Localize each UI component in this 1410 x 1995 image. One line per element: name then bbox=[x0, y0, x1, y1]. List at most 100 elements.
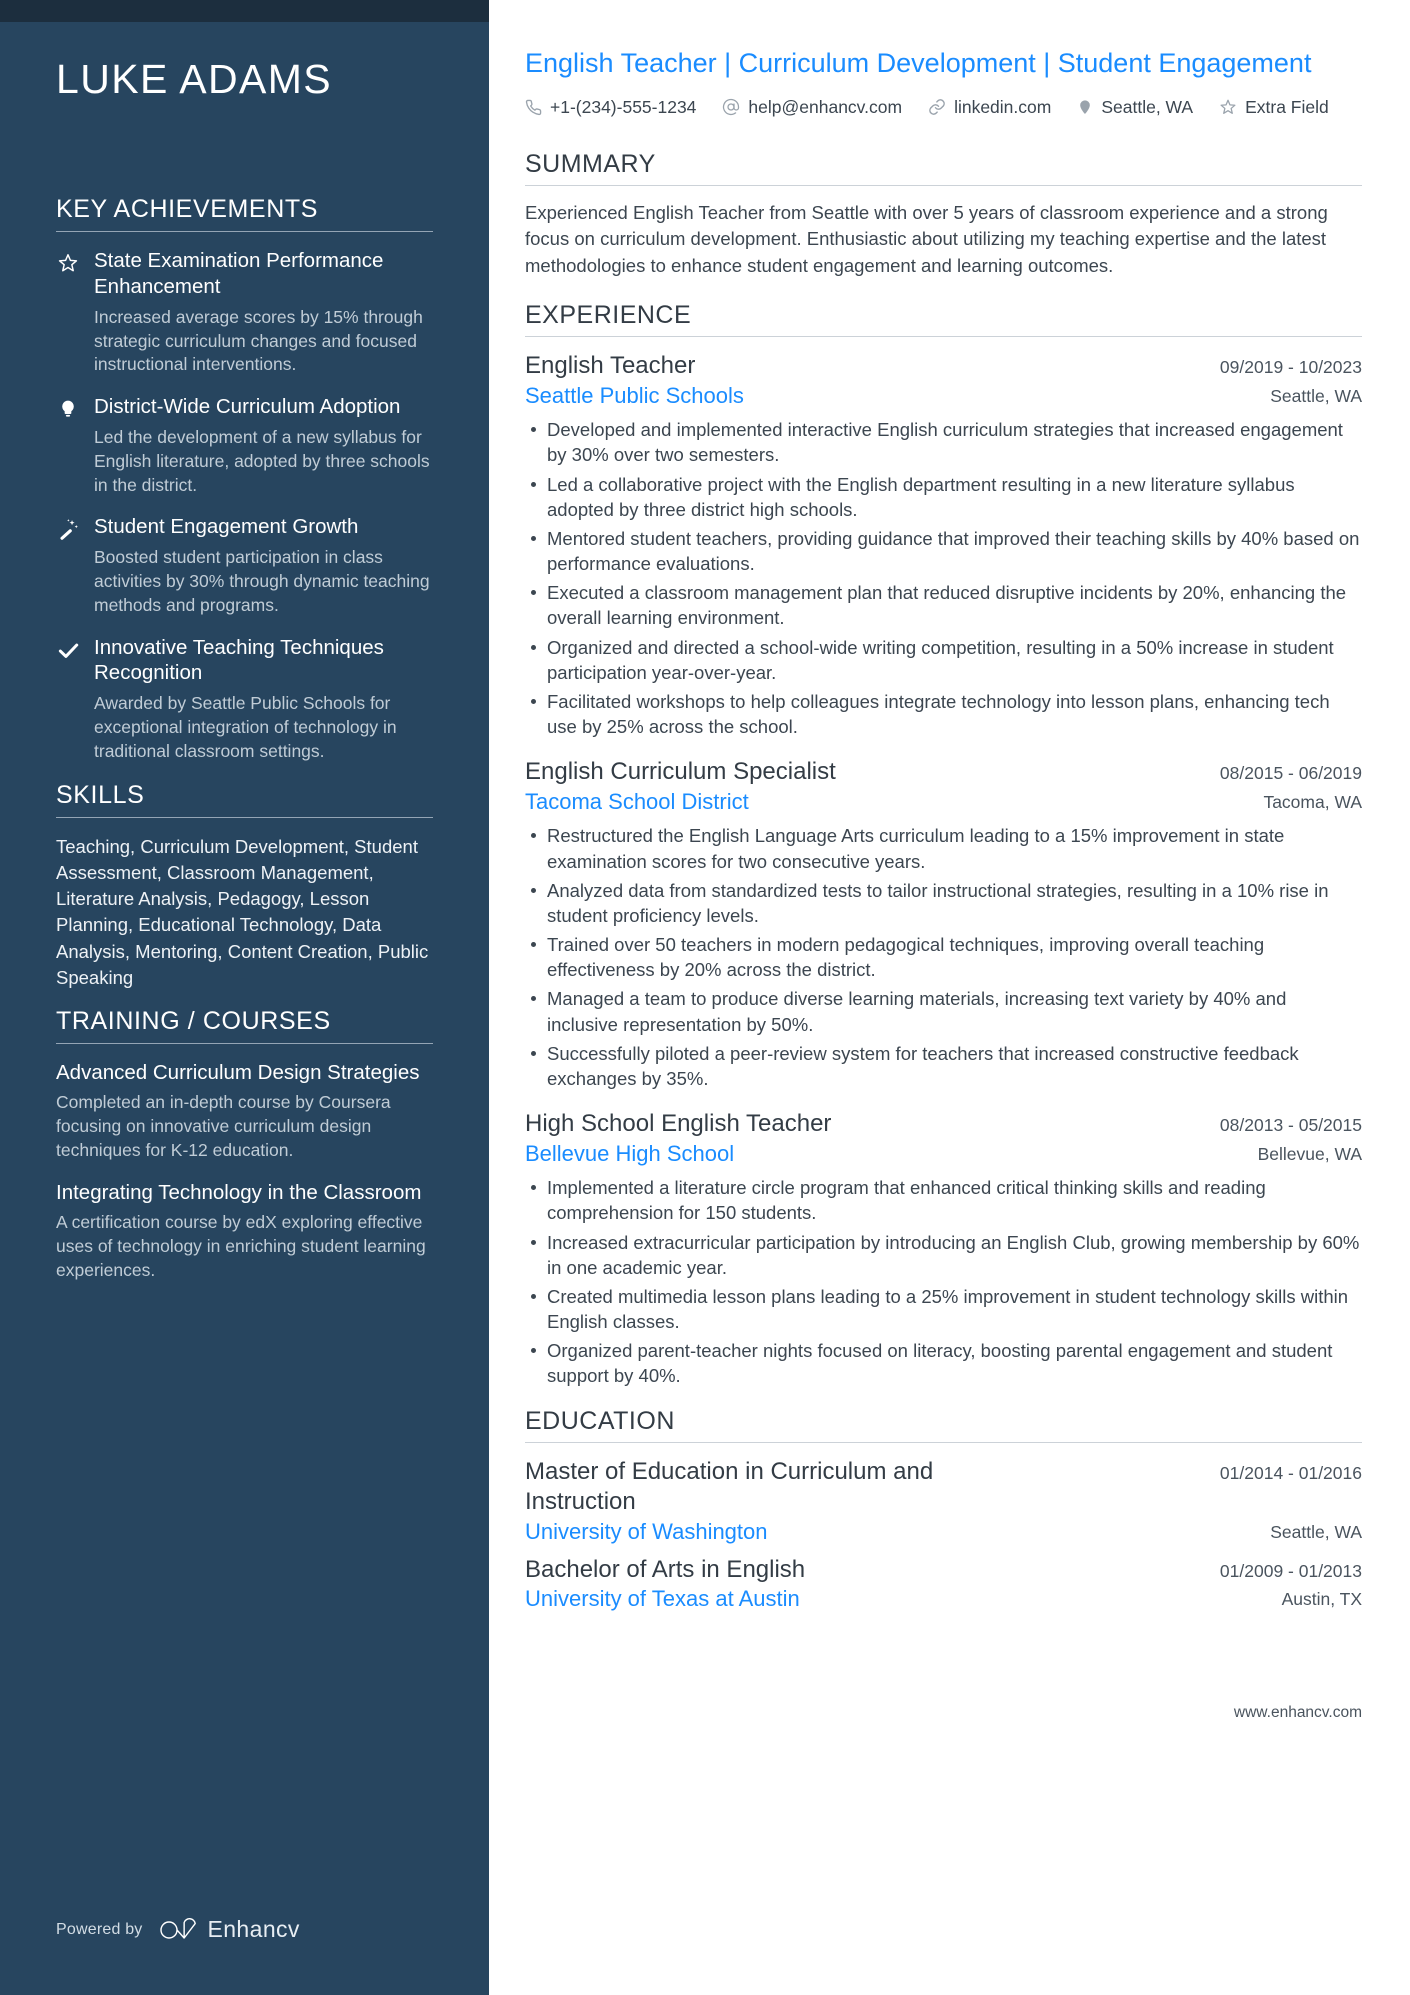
education-date: 01/2009 - 01/2013 bbox=[1219, 1560, 1362, 1581]
sidebar: LUKE ADAMS KEY ACHIEVEMENTS State Examin… bbox=[0, 0, 489, 1995]
job-title: High School English Teacher bbox=[525, 1110, 832, 1138]
summary-text: Experienced English Teacher from Seattle… bbox=[525, 202, 1328, 276]
star-icon bbox=[56, 248, 80, 377]
job-bullet: Managed a team to produce diverse learni… bbox=[525, 986, 1362, 1036]
name-block: LUKE ADAMS bbox=[56, 0, 433, 195]
job-company[interactable]: Bellevue High School bbox=[525, 1140, 734, 1169]
map-pin-icon bbox=[1077, 98, 1093, 116]
course-description: A certification course by edX exploring … bbox=[56, 1212, 426, 1280]
achievement-title: Student Engagement Growth bbox=[94, 515, 359, 539]
course-title: Advanced Curriculum Design Strategies bbox=[56, 1061, 420, 1085]
achievement-title: Innovative Teaching Techniques Recogniti… bbox=[94, 635, 384, 685]
divider bbox=[525, 1441, 1362, 1443]
contact-location-text: Seattle, WA bbox=[1101, 96, 1194, 117]
job-bullets: Developed and implemented interactive En… bbox=[525, 417, 1362, 739]
course-item: Integrating Technology in the Classroom … bbox=[56, 1180, 433, 1282]
achievement-title: District-Wide Curriculum Adoption bbox=[94, 395, 401, 419]
job-company[interactable]: Tacoma School District bbox=[525, 788, 749, 817]
job-bullet: Led a collaborative project with the Eng… bbox=[525, 472, 1362, 522]
achievement-item: State Examination Performance Enhancemen… bbox=[56, 248, 433, 377]
contact-email[interactable]: help@enhancv.com bbox=[722, 94, 902, 120]
enhancv-logo: Enhancv bbox=[159, 1916, 300, 1943]
job-location: Tacoma, WA bbox=[1263, 791, 1362, 812]
achievement-description: Increased average scores by 15% through … bbox=[94, 306, 423, 375]
job-bullet: Facilitated workshops to help colleagues… bbox=[525, 689, 1362, 739]
resume-page: LUKE ADAMS KEY ACHIEVEMENTS State Examin… bbox=[0, 0, 1410, 1995]
section-title-experience: EXPERIENCE bbox=[525, 300, 692, 329]
main-column: English Teacher | Curriculum Development… bbox=[489, 0, 1410, 1995]
section-experience: EXPERIENCE English Teacher 09/2019 - 10/… bbox=[525, 301, 1362, 1389]
lightbulb-icon bbox=[56, 394, 80, 497]
course-title: Integrating Technology in the Classroom bbox=[56, 1181, 422, 1205]
section-key-achievements: KEY ACHIEVEMENTS State Examination Perfo… bbox=[56, 195, 433, 764]
job-bullet: Analyzed data from standardized tests to… bbox=[525, 878, 1362, 928]
divider bbox=[56, 1043, 433, 1045]
divider bbox=[525, 185, 1362, 187]
education-item: Master of Education in Curriculum and In… bbox=[525, 1457, 1362, 1547]
magic-wand-icon bbox=[56, 514, 80, 617]
experience-item: English Teacher 09/2019 - 10/2023 Seattl… bbox=[525, 351, 1362, 739]
job-date: 08/2015 - 06/2019 bbox=[1219, 763, 1362, 784]
achievement-item: Innovative Teaching Techniques Recogniti… bbox=[56, 635, 433, 764]
job-bullet: Restructured the English Language Arts c… bbox=[525, 823, 1362, 873]
section-title-summary: SUMMARY bbox=[525, 150, 656, 179]
section-title-skills: SKILLS bbox=[56, 780, 145, 809]
section-title-training-courses: TRAINING / COURSES bbox=[56, 1007, 331, 1036]
contact-extra-field[interactable]: Extra Field bbox=[1219, 94, 1329, 120]
job-company[interactable]: Seattle Public Schools bbox=[525, 382, 744, 411]
achievement-description: Awarded by Seattle Public Schools for ex… bbox=[94, 693, 397, 761]
achievement-item: Student Engagement Growth Boosted studen… bbox=[56, 514, 433, 617]
sidebar-top-strip bbox=[0, 0, 489, 22]
education-degree: Bachelor of Arts in English bbox=[525, 1555, 806, 1583]
contact-email-text: help@enhancv.com bbox=[748, 96, 903, 117]
skills-list: Teaching, Curriculum Development, Studen… bbox=[56, 835, 429, 988]
job-bullet: Implemented a literature circle program … bbox=[525, 1175, 1362, 1225]
job-date: 09/2019 - 10/2023 bbox=[1219, 356, 1362, 377]
job-bullets: Implemented a literature circle program … bbox=[525, 1175, 1362, 1388]
footer-website: www.enhancv.com bbox=[1233, 1703, 1362, 1721]
education-school[interactable]: University of Washington bbox=[525, 1518, 768, 1547]
achievement-item: District-Wide Curriculum Adoption Led th… bbox=[56, 394, 433, 497]
achievement-title: State Examination Performance Enhancemen… bbox=[94, 249, 384, 298]
section-title-key-achievements: KEY ACHIEVEMENTS bbox=[56, 195, 318, 224]
job-bullet: Created multimedia lesson plans leading … bbox=[525, 1284, 1362, 1334]
course-item: Advanced Curriculum Design Strategies Co… bbox=[56, 1060, 433, 1162]
enhancv-wordmark: Enhancv bbox=[207, 1916, 300, 1942]
enhancv-mark-icon bbox=[159, 1917, 196, 1939]
contact-linkedin[interactable]: linkedin.com bbox=[928, 94, 1051, 120]
education-item: Bachelor of Arts in English 01/2009 - 01… bbox=[525, 1555, 1362, 1614]
section-education: EDUCATION Master of Education in Curricu… bbox=[525, 1407, 1362, 1614]
education-school[interactable]: University of Texas at Austin bbox=[525, 1585, 800, 1614]
job-title: English Curriculum Specialist bbox=[525, 758, 836, 786]
section-skills: SKILLS Teaching, Curriculum Development,… bbox=[56, 781, 433, 992]
course-description: Completed an in-depth course by Coursera… bbox=[56, 1092, 391, 1160]
job-bullet: Organized and directed a school-wide wri… bbox=[525, 635, 1362, 685]
contact-phone[interactable]: +1-(234)-555-1234 bbox=[525, 94, 696, 120]
at-icon bbox=[722, 98, 740, 116]
contact-linkedin-text: linkedin.com bbox=[954, 96, 1052, 117]
phone-icon bbox=[525, 99, 542, 116]
job-bullet: Mentored student teachers, providing gui… bbox=[525, 526, 1362, 576]
job-date: 08/2013 - 05/2015 bbox=[1219, 1115, 1362, 1136]
candidate-name: LUKE ADAMS bbox=[56, 56, 333, 102]
job-bullet: Organized parent-teacher nights focused … bbox=[525, 1338, 1362, 1388]
star-icon bbox=[1219, 98, 1237, 116]
achievement-description: Boosted student participation in class a… bbox=[94, 547, 430, 615]
job-bullet: Executed a classroom management plan tha… bbox=[525, 580, 1362, 630]
job-title: English Teacher bbox=[525, 351, 696, 379]
achievement-description: Led the development of a new syllabus fo… bbox=[94, 427, 430, 495]
education-location: Austin, TX bbox=[1281, 1589, 1362, 1610]
job-location: Seattle, WA bbox=[1270, 385, 1362, 406]
experience-item: High School English Teacher 08/2013 - 05… bbox=[525, 1109, 1362, 1389]
job-bullet: Developed and implemented interactive En… bbox=[525, 417, 1362, 467]
contact-phone-text: +1-(234)-555-1234 bbox=[550, 96, 697, 117]
job-bullet: Increased extracurricular participation … bbox=[525, 1230, 1362, 1280]
education-degree: Master of Education in Curriculum and In… bbox=[525, 1457, 934, 1516]
contact-location[interactable]: Seattle, WA bbox=[1077, 94, 1193, 120]
job-bullet: Successfully piloted a peer-review syste… bbox=[525, 1041, 1362, 1091]
experience-item: English Curriculum Specialist 08/2015 - … bbox=[525, 757, 1362, 1091]
sidebar-footer: Powered by Enhancv bbox=[56, 1916, 300, 1943]
divider bbox=[56, 231, 433, 233]
contact-extra-field-text: Extra Field bbox=[1245, 96, 1329, 117]
check-icon bbox=[56, 635, 80, 764]
